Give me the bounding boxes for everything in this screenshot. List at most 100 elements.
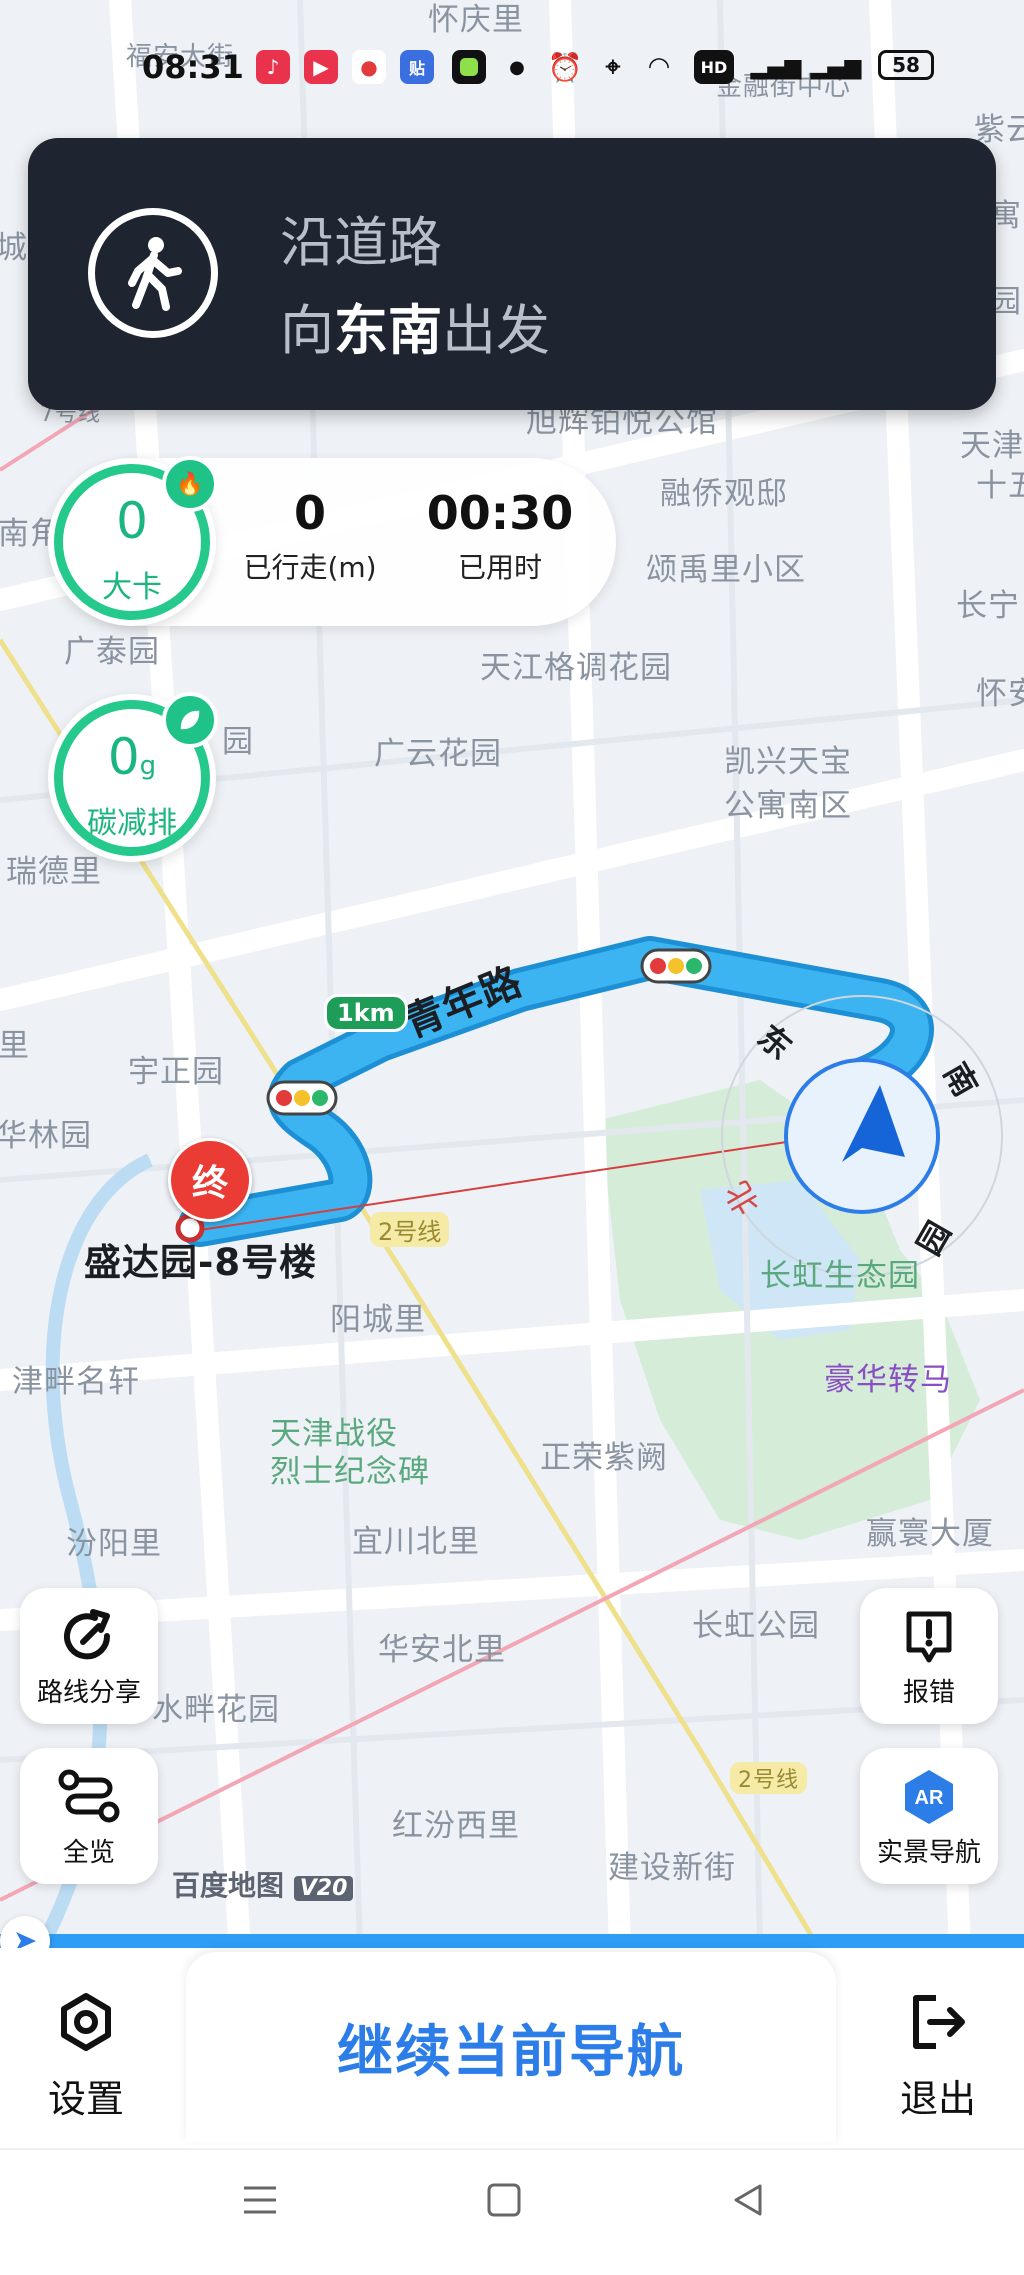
svg-text:AR: AR — [915, 1787, 944, 1809]
calories-ring[interactable]: 0 大卡 🔥 — [48, 456, 218, 626]
status-bar: 08:31 ♪ ▶ ● 贴 ● ⏰ ⌖ ◠ HD ▂▄▆ ▂▄▆ 58 — [0, 40, 1024, 100]
watermark-text: 百度地图 — [172, 1869, 285, 1902]
ar-icon: AR — [860, 1766, 998, 1826]
map-label: 建设新街 — [608, 1850, 736, 1886]
report-label: 报错 — [902, 1678, 955, 1708]
signal-icon: ▂▄▆ — [750, 54, 802, 80]
report-icon — [860, 1606, 998, 1666]
video-app-icon: ▶ — [304, 50, 338, 84]
instruction-direction: 向东南出发 — [280, 286, 550, 365]
green-app-icon — [452, 50, 486, 84]
distance-value: 0 — [293, 486, 326, 540]
time-value: 00:30 — [426, 486, 574, 540]
music-app-icon: ♪ — [256, 50, 290, 84]
back-icon[interactable] — [728, 2180, 768, 2224]
map-label: 广泰园 — [64, 634, 160, 670]
metro-line-label: 2号线 — [370, 1212, 450, 1247]
wifi-icon: ◠ — [649, 52, 669, 82]
map-label: 城 — [0, 230, 28, 266]
settings-label: 设置 — [47, 2077, 124, 2121]
map-label: 豪华转马 — [824, 1362, 952, 1398]
route-overview-icon — [20, 1766, 158, 1826]
share-route-button[interactable]: 路线分享 — [20, 1588, 158, 1724]
share-route-label: 路线分享 — [36, 1678, 141, 1708]
alarm-icon: ⏰ — [547, 50, 583, 84]
settings-icon — [16, 1990, 156, 2058]
map-label: 天江格调花园 — [480, 650, 672, 686]
calories-label: 大卡 — [102, 570, 162, 605]
map-label: 凯兴天宝 — [724, 744, 852, 780]
map-label: 瑞德里 — [6, 854, 102, 890]
walking-icon — [88, 208, 218, 338]
overview-label: 全览 — [62, 1838, 115, 1868]
map-label: 水畔花园 — [152, 1692, 280, 1728]
map-label: 融侨观邸 — [660, 476, 788, 512]
map-label: 2号线 — [730, 1762, 807, 1794]
map-label: 十五 — [976, 468, 1024, 504]
map-label: 津畔名轩 — [12, 1364, 140, 1400]
map-label: 怀安 — [976, 676, 1024, 712]
carbon-unit: g — [139, 751, 157, 781]
system-navigation-bar — [0, 2150, 1024, 2275]
map-label: 长虹生态园 — [760, 1258, 920, 1294]
map-label: 宇正园 — [128, 1054, 224, 1090]
map-label: 华安北里 — [378, 1632, 506, 1668]
exit-button[interactable]: 退出 — [868, 1990, 1008, 2123]
map-label: 园 — [222, 724, 254, 760]
sticker-app-icon: 贴 — [400, 50, 434, 84]
map-label: 怀庆里 — [428, 2, 524, 38]
map-label: 广云花园 — [374, 736, 502, 772]
hd-icon: HD — [694, 50, 734, 84]
leaf-icon — [162, 692, 218, 748]
map-label: 红汾西里 — [392, 1808, 520, 1844]
direction-highlight: 东南 — [334, 299, 442, 362]
direction-suffix: 出发 — [442, 299, 550, 362]
distance-tag: 1km — [324, 994, 408, 1032]
battery-indicator: 58 — [878, 50, 934, 80]
menu-icon[interactable] — [240, 2180, 280, 2224]
distance-label: 已行走(m) — [243, 551, 377, 584]
exit-label: 退出 — [899, 2077, 976, 2121]
map-label: 正荣紫阙 — [540, 1440, 668, 1476]
map-label: 阳城里 — [330, 1302, 426, 1338]
exit-icon — [868, 1990, 1008, 2058]
map-label: 长虹公园 — [692, 1608, 820, 1644]
instruction-road: 沿道路 — [280, 211, 442, 274]
share-icon — [20, 1606, 158, 1666]
map-label: 公寓南区 — [724, 788, 852, 824]
destination-marker[interactable]: 终 — [168, 1138, 252, 1222]
map-pin-app-icon: ● — [352, 50, 386, 84]
carbon-label: 碳减排 — [87, 806, 177, 841]
direction-prefix: 向 — [280, 299, 334, 362]
report-error-button[interactable]: 报错 — [860, 1588, 998, 1724]
settings-button[interactable]: 设置 — [16, 1990, 156, 2123]
destination-name[interactable]: 盛达园-8号楼 — [84, 1232, 317, 1286]
map-label: 赢寰大厦 — [866, 1516, 994, 1552]
map-label: 汾阳里 — [66, 1526, 162, 1562]
ar-navigation-button[interactable]: AR 实景导航 — [860, 1748, 998, 1884]
flame-icon: 🔥 — [162, 456, 218, 512]
time-stat: 00:30 已用时 — [410, 486, 590, 586]
continue-navigation-button[interactable]: 继续当前导航 — [186, 1952, 836, 2142]
signal-icon: ▂▄▆ — [810, 54, 862, 80]
dot-icon: ● — [509, 56, 525, 78]
map-label: 宜川北里 — [352, 1524, 480, 1560]
time-label: 已用时 — [457, 551, 542, 584]
location-icon: ⌖ — [605, 51, 621, 82]
ar-navigation-label: 实景导航 — [876, 1838, 981, 1868]
map-label: 里 — [0, 1028, 30, 1064]
home-icon[interactable] — [484, 2180, 524, 2224]
map-watermark: 百度地图 V20 — [172, 1864, 354, 1904]
status-time: 08:31 — [142, 48, 244, 86]
continue-navigation-label: 继续当前导航 — [337, 2019, 685, 2085]
map-label: 颂禹里小区 — [646, 552, 806, 588]
carbon-value: 0 — [107, 728, 140, 786]
overview-button[interactable]: 全览 — [20, 1748, 158, 1884]
navigation-instruction-card: 沿道路 向东南出发 — [28, 138, 996, 410]
carbon-ring[interactable]: 0g 碳减排 — [48, 692, 218, 862]
map-label: 烈士纪念碑 — [270, 1454, 430, 1490]
watermark-version: V20 — [293, 1876, 354, 1901]
distance-stat: 0 已行走(m) — [240, 486, 380, 586]
map-label: 华林园 — [0, 1118, 92, 1154]
map-label: 长宁 — [956, 588, 1020, 624]
